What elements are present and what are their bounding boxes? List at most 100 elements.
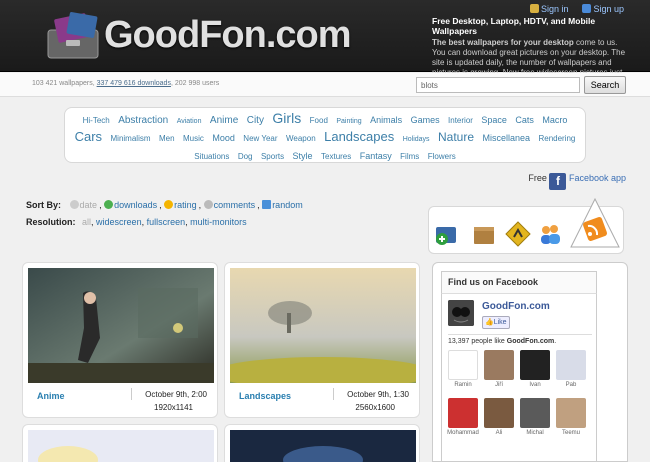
card-resolution[interactable]: 1920x1141 [154,403,193,412]
download-icon [104,200,114,209]
facebook-icon[interactable]: f [549,173,567,190]
card-resolution[interactable]: 2560x1600 [355,403,395,412]
tag-link[interactable]: Games [411,115,440,125]
tag-link[interactable]: Macro [542,115,567,125]
fan-avatar[interactable] [520,350,550,380]
tag-link[interactable]: Situations [194,152,229,161]
tag-link[interactable]: Miscellanea [482,133,530,143]
tag-link[interactable]: Flowers [428,152,456,161]
sort-comments[interactable]: comments [214,200,256,210]
star-icon [164,200,174,209]
like-button[interactable]: 👍Like [482,316,510,329]
wallpaper-card[interactable]: Anime October 9th, 2:00 1920x1141 [22,262,218,418]
sort-date[interactable]: date [80,200,98,210]
fan-avatar[interactable] [556,350,586,380]
tag-link[interactable]: Abstraction [118,115,168,126]
resolution-multi-monitors[interactable]: multi-monitors [190,217,247,227]
card-category-link[interactable]: Landscapes [239,391,291,401]
like-count: 13,397 people like GoodFon.com. [448,338,557,345]
signpost-icon[interactable] [505,221,531,247]
tagline-title: Free Desktop, Laptop, HDTV, and Mobile W… [432,16,596,36]
tag-link[interactable]: Space [481,115,507,125]
fan-avatar[interactable] [448,350,478,380]
tag-link[interactable]: Hi-Tech [83,116,110,125]
resolution-all[interactable]: all [82,217,91,227]
fan-avatar[interactable] [484,398,514,428]
search-input[interactable] [416,77,580,93]
search-button[interactable]: Search [584,76,626,94]
sign-up-link[interactable]: Sign up [582,4,624,14]
fan-name: Ramin [454,382,472,388]
tag-link[interactable]: Nature [438,130,474,144]
auth-links: Sign in Sign up [529,4,624,14]
tag-link[interactable]: Mood [212,133,235,143]
fan-avatar[interactable] [556,398,586,428]
fan-avatar[interactable] [484,350,514,380]
tag-link[interactable]: Dog [238,152,253,161]
tag-link[interactable]: Cars [75,129,102,144]
users-icon[interactable] [537,221,563,247]
fan-name: Teemu [561,430,580,436]
fan-name: Jiří [495,382,503,388]
tag-link[interactable]: Landscapes [324,129,394,144]
page-avatar[interactable] [448,300,474,326]
resolution-options: Resolution: all, widescreen, fullscreen,… [26,217,247,227]
tag-link[interactable]: Girls [272,110,301,126]
rss-icon[interactable] [569,197,621,251]
sort-random[interactable]: random [272,200,303,210]
wallpaper-thumbnail[interactable] [28,268,214,383]
resolution-widescreen[interactable]: widescreen [96,217,142,227]
tag-link[interactable]: Cats [515,115,534,125]
tag-link[interactable]: Food [310,116,328,125]
tag-cloud: Hi-Tech Abstraction Aviation Anime City … [64,107,586,163]
package-icon[interactable] [471,221,497,247]
stats-bar: 103 421 wallpapers, 337 479 616 download… [0,73,650,97]
add-wallpaper-icon[interactable] [433,221,459,247]
fan-avatar[interactable] [520,398,550,428]
wallpaper-thumbnail[interactable] [230,268,416,383]
tag-link[interactable]: Weapon [286,134,316,143]
downloads-link[interactable]: 337 479 616 downloads [97,80,171,87]
facebook-box-title: Find us on Facebook [441,271,597,293]
tag-link[interactable]: Fantasy [360,151,392,161]
sign-in-link[interactable]: Sign in [529,4,568,14]
tag-link[interactable]: Interior [448,116,473,125]
tag-link[interactable]: Textures [321,152,351,161]
wallpaper-card[interactable]: Landscapes October 9th, 1:30 2560x1600 [224,262,420,418]
tag-link[interactable]: Aviation [177,118,202,125]
tag-link[interactable]: Anime [210,115,238,126]
tag-link[interactable]: Men [159,134,175,143]
page-name-link[interactable]: GoodFon.com [482,301,550,312]
wallpaper-card[interactable] [224,424,420,462]
sort-rating[interactable]: rating [174,200,197,210]
resolution-fullscreen[interactable]: fullscreen [147,217,186,227]
tag-link[interactable]: Style [293,151,313,161]
facebook-box-content: GoodFon.com 👍Like 13,397 people like Goo… [441,293,597,462]
card-category-link[interactable]: Anime [37,391,65,401]
logo-toolbox-icon[interactable] [44,10,104,60]
tag-link[interactable]: Animals [370,115,402,125]
facebook-app-link[interactable]: Facebook app [569,173,626,183]
tag-link[interactable]: New Year [243,134,277,143]
tag-link[interactable]: Rendering [538,134,575,143]
site-header: GoodFon.com Sign in Sign up Free Desktop… [0,0,650,87]
fan-name: Ali [495,430,503,436]
sort-downloads[interactable]: downloads [114,200,157,210]
tag-link[interactable]: Holidays [403,136,430,143]
fan-avatar[interactable] [448,398,478,428]
wallpaper-card[interactable] [22,424,218,462]
tag-link[interactable]: Music [183,134,204,143]
wallpaper-thumbnail[interactable] [28,430,214,462]
users-icon [529,4,539,13]
tag-link[interactable]: Painting [336,118,361,125]
wallpaper-thumbnail[interactable] [230,430,416,462]
tag-link[interactable]: Films [400,152,419,161]
site-logo[interactable]: GoodFon.com [104,14,352,57]
tag-link[interactable]: Sports [261,152,284,161]
clock-icon [69,200,79,209]
tag-link[interactable]: Minimalism [111,134,151,143]
plus-icon [582,4,592,13]
sort-options: Sort By: date, downloads, rating, commen… [26,200,303,210]
comment-icon [203,200,213,209]
tag-link[interactable]: City [247,115,264,126]
